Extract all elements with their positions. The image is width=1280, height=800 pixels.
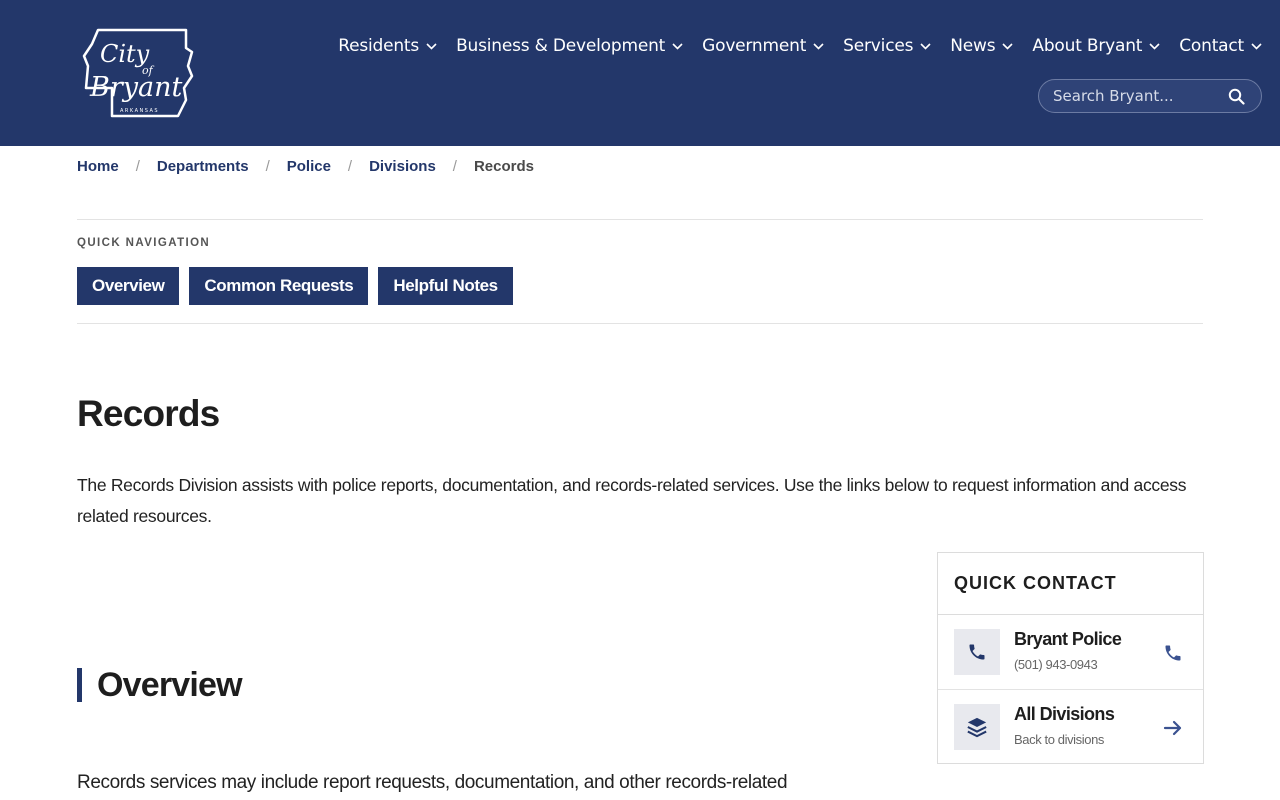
page-title: Records (77, 393, 220, 434)
quick-nav-overview-button[interactable]: Overview (77, 267, 180, 305)
breadcrumb-current: Records (473, 158, 534, 175)
phone-icon[interactable] (1163, 643, 1183, 663)
quick-nav-common-requests-button[interactable]: Common Requests (189, 267, 369, 305)
chevron-down-icon (426, 42, 437, 50)
quick-contact-title: QUICK CONTACT (938, 553, 1203, 615)
main-nav: Residents Business & Development Governm… (338, 36, 1262, 56)
nav-residents[interactable]: Residents (338, 36, 437, 56)
chevron-down-icon (813, 42, 824, 50)
divider (77, 219, 1203, 220)
quick-contact-bryant-police[interactable]: Bryant Police (501) 943-0943 (938, 615, 1203, 690)
nav-news[interactable]: News (950, 36, 1013, 56)
quick-contact-item-title: Bryant Police (1014, 629, 1122, 649)
search-box (1038, 79, 1262, 113)
chevron-down-icon (1251, 42, 1262, 50)
search-input[interactable] (1039, 87, 1219, 105)
overview-heading: Overview (77, 668, 243, 702)
breadcrumb-separator: / (347, 158, 353, 175)
divider (77, 323, 1203, 324)
overview-text: Records services may include report requ… (77, 772, 788, 793)
breadcrumb-police[interactable]: Police (287, 158, 331, 175)
arrow-right-icon[interactable] (1163, 718, 1183, 738)
nav-label: Government (702, 36, 807, 56)
breadcrumb: Home / Departments / Police / Divisions … (77, 158, 534, 175)
chevron-down-icon (672, 42, 683, 50)
nav-services[interactable]: Services (843, 36, 931, 56)
quick-navigation-label: QUICK NAVIGATION (77, 237, 211, 249)
breadcrumb-separator: / (452, 158, 457, 175)
chevron-down-icon (920, 42, 931, 50)
svg-text:ARKANSAS: ARKANSAS (120, 108, 159, 114)
nav-label: Business & Development (456, 36, 666, 56)
breadcrumb-separator: / (265, 158, 270, 175)
breadcrumb-departments[interactable]: Departments (157, 158, 249, 175)
nav-label: News (950, 36, 996, 56)
city-of-bryant-logo-icon: City of Bryant ARKANSAS (82, 28, 194, 118)
nav-government[interactable]: Government (702, 36, 824, 56)
quick-contact-item-title: All Divisions (1014, 704, 1115, 724)
nav-about-bryant[interactable]: About Bryant (1032, 36, 1160, 56)
nav-contact[interactable]: Contact (1179, 36, 1262, 56)
chevron-down-icon (1149, 42, 1160, 50)
site-header: City of Bryant ARKANSAS Residents Busine… (0, 0, 1280, 146)
svg-text:Bryant: Bryant (89, 72, 182, 103)
quick-contact-all-divisions[interactable]: All Divisions Back to divisions (938, 690, 1203, 765)
breadcrumb-home[interactable]: Home (77, 158, 119, 175)
search-icon[interactable] (1228, 88, 1245, 105)
nav-label: Residents (338, 36, 420, 56)
quick-contact-item-subtitle: Back to divisions (1014, 732, 1105, 747)
quick-contact-phone-number: (501) 943-0943 (1014, 657, 1098, 672)
nav-label: Services (843, 36, 914, 56)
layers-icon (954, 704, 1000, 750)
nav-label: About Bryant (1032, 36, 1143, 56)
quick-contact-card: QUICK CONTACT Bryant Police (501) 943-09… (937, 552, 1204, 764)
breadcrumb-separator: / (135, 158, 140, 175)
nav-label: Contact (1179, 36, 1244, 56)
intro-text: The Records Division assists with police… (77, 475, 1187, 526)
nav-business-development[interactable]: Business & Development (456, 36, 683, 56)
city-logo[interactable]: City of Bryant ARKANSAS (80, 26, 196, 120)
quick-nav-helpful-notes-button[interactable]: Helpful Notes (378, 267, 513, 305)
phone-icon (954, 629, 1000, 675)
breadcrumb-divisions[interactable]: Divisions (369, 158, 436, 175)
quick-navigation: Overview Common Requests Helpful Notes (77, 267, 523, 305)
chevron-down-icon (1002, 42, 1013, 50)
